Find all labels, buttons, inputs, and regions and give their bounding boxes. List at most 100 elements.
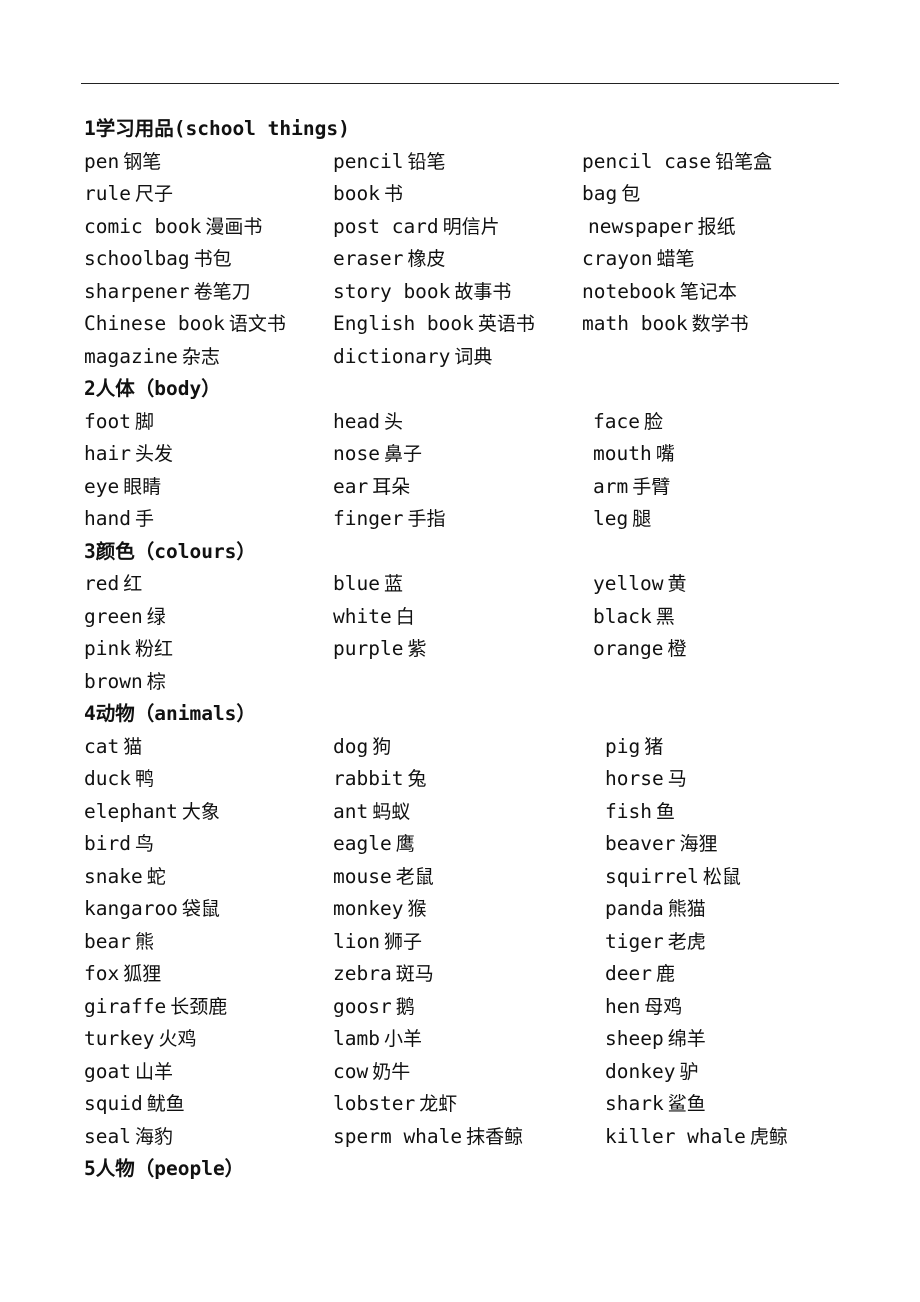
chinese-translation: 英语书 bbox=[477, 313, 535, 335]
chinese-translation: 书包 bbox=[193, 248, 232, 270]
chinese-translation: 海豹 bbox=[134, 1125, 173, 1148]
english-word: horse bbox=[605, 767, 664, 790]
english-word: yellow bbox=[593, 572, 664, 595]
chinese-translation: 狐狸 bbox=[123, 963, 162, 985]
vocab-entry: story book 故事书 bbox=[333, 276, 511, 309]
english-word: mouth bbox=[593, 442, 652, 465]
chinese-translation: 橡皮 bbox=[407, 248, 446, 270]
english-word: bird bbox=[84, 832, 131, 855]
vocab-entry: fish 鱼 bbox=[605, 796, 675, 829]
vocab-row: schoolbag 书包 eraser 橡皮 crayon 蜡笔 bbox=[84, 243, 864, 276]
vocab-entry: red 红 bbox=[84, 568, 142, 601]
english-word: donkey bbox=[605, 1059, 676, 1083]
english-word: Chinese book bbox=[84, 312, 225, 335]
chinese-translation: 白 bbox=[395, 605, 415, 628]
english-word: arm bbox=[593, 474, 629, 498]
vocab-entry: pencil 铅笔 bbox=[333, 146, 445, 179]
chinese-translation: 虎鲸 bbox=[749, 1125, 788, 1148]
english-word: beaver bbox=[605, 832, 676, 855]
chinese-translation: 铅笔盒 bbox=[715, 150, 773, 173]
english-word: elephant bbox=[84, 799, 178, 823]
chinese-translation: 粉红 bbox=[134, 638, 173, 660]
vocab-entry: lobster 龙虾 bbox=[333, 1088, 457, 1121]
english-word: post card bbox=[333, 214, 439, 238]
english-word: bear bbox=[84, 929, 131, 953]
vocab-entry: sharpener 卷笔刀 bbox=[84, 276, 251, 309]
vocab-entry: notebook 笔记本 bbox=[582, 276, 737, 309]
chinese-translation: 铅笔 bbox=[407, 150, 446, 173]
english-word: rule bbox=[84, 182, 131, 205]
section-1: 1学习用品(school things) pen 钢笔 pencil 铅笔 pencil … bbox=[84, 113, 864, 373]
english-word: tiger bbox=[605, 929, 664, 953]
english-word: newspaper bbox=[588, 214, 694, 238]
chinese-translation: 嘴 bbox=[655, 443, 675, 465]
vocab-row: elephant 大象 ant 蚂蚁 fish 鱼 bbox=[84, 796, 864, 829]
chinese-translation: 抹香鲸 bbox=[466, 1125, 524, 1148]
english-word: head bbox=[333, 409, 380, 433]
vocab-row: duck 鸭 rabbit 兔 horse 马 bbox=[84, 763, 864, 796]
vocab-row: brown 棕 bbox=[84, 666, 864, 699]
vocab-entry: newspaper 报纸 bbox=[588, 211, 736, 244]
chinese-translation: 钢笔 bbox=[123, 150, 162, 173]
chinese-translation: 头发 bbox=[134, 443, 173, 465]
vocab-row: red 红 blue 蓝 yellow 黄 bbox=[84, 568, 864, 601]
chinese-translation: 黑 bbox=[655, 605, 675, 628]
english-word: hair bbox=[84, 442, 131, 465]
chinese-translation: 老鼠 bbox=[395, 865, 434, 888]
chinese-translation: 鸟 bbox=[134, 833, 154, 855]
vocab-entry: bag 包 bbox=[582, 178, 640, 211]
chinese-translation: 鹰 bbox=[395, 833, 415, 855]
english-word: bag bbox=[582, 182, 618, 205]
vocab-row: seal 海豹 sperm whale 抹香鲸 killer whale 虎鲸 bbox=[84, 1121, 864, 1154]
vocab-entry: pink 粉红 bbox=[84, 633, 173, 666]
english-word: duck bbox=[84, 767, 131, 790]
english-word: fish bbox=[605, 799, 652, 823]
chinese-translation: 兔 bbox=[407, 768, 427, 790]
vocab-entry: bear 熊 bbox=[84, 926, 154, 959]
vocab-row: fox 狐狸 zebra 斑马 deer 鹿 bbox=[84, 958, 864, 991]
vocab-row: snake 蛇 mouse 老鼠 squirrel 松鼠 bbox=[84, 861, 864, 894]
vocab-entry: ear 耳朵 bbox=[333, 471, 410, 504]
english-word: sharpener bbox=[84, 279, 190, 303]
english-word: killer whale bbox=[605, 1124, 746, 1148]
vocab-row: kangaroo 袋鼠 monkey 猴 panda 熊猫 bbox=[84, 893, 864, 926]
vocab-entry: brown 棕 bbox=[84, 666, 166, 699]
english-word: purple bbox=[333, 637, 404, 660]
chinese-translation: 脸 bbox=[643, 410, 663, 433]
vocab-entry: hand 手 bbox=[84, 503, 154, 536]
vocab-entry: lamb 小羊 bbox=[333, 1023, 422, 1056]
vocab-entry: snake 蛇 bbox=[84, 861, 166, 894]
vocab-row: bear 熊 lion 狮子 tiger 老虎 bbox=[84, 926, 864, 959]
english-word: cow bbox=[333, 1059, 369, 1083]
vocab-entry: fox 狐狸 bbox=[84, 958, 161, 991]
english-word: math book bbox=[582, 312, 688, 335]
section-2: 2人体（body） foot 脚 head 头 face 脸 hair 头发 nose 鼻子 mout… bbox=[84, 373, 864, 536]
section-heading: 2人体（body） bbox=[84, 377, 221, 400]
vocab-entry: cat 猫 bbox=[84, 731, 142, 764]
section-heading: 3颜色（colours） bbox=[84, 539, 256, 563]
vocab-row: magazine 杂志 dictionary 词典 bbox=[84, 341, 864, 374]
english-word: dog bbox=[333, 734, 369, 758]
chinese-translation: 手 bbox=[134, 508, 154, 530]
english-word: deer bbox=[605, 962, 652, 985]
chinese-translation: 鹅 bbox=[395, 995, 415, 1018]
vocab-entry: black 黑 bbox=[593, 601, 675, 634]
vocab-row: Chinese book 语文书 English book 英语书 math book 数… bbox=[84, 308, 864, 341]
english-word: pink bbox=[84, 637, 131, 660]
chinese-translation: 鸭 bbox=[134, 768, 154, 790]
vocab-entry: giraffe 长颈鹿 bbox=[84, 991, 227, 1024]
chinese-translation: 报纸 bbox=[697, 215, 736, 238]
chinese-translation: 狗 bbox=[372, 735, 392, 758]
english-word: book bbox=[333, 182, 380, 205]
chinese-translation: 鹿 bbox=[655, 963, 675, 985]
english-word: lamb bbox=[333, 1027, 380, 1050]
chinese-translation: 卷笔刀 bbox=[193, 280, 251, 303]
english-word: pig bbox=[605, 734, 641, 758]
vocab-row: squid 鱿鱼 lobster 龙虾 shark 鲨鱼 bbox=[84, 1088, 864, 1121]
vocab-entry: Chinese book 语文书 bbox=[84, 308, 286, 341]
english-word: brown bbox=[84, 669, 143, 693]
vocab-entry: cow 奶牛 bbox=[333, 1056, 410, 1089]
english-word: eraser bbox=[333, 247, 404, 270]
chinese-translation: 橙 bbox=[667, 638, 687, 660]
vocab-entry: nose 鼻子 bbox=[333, 438, 422, 471]
